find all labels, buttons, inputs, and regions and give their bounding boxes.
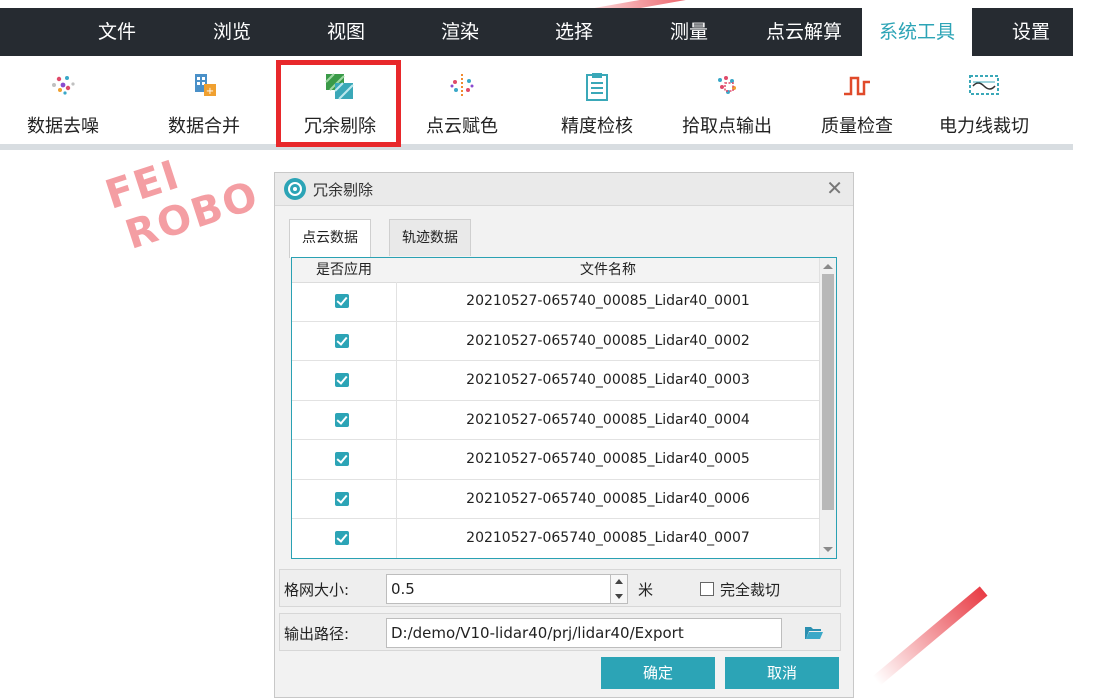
- apply-checkbox[interactable]: [335, 333, 349, 348]
- table-header: 是否应用 文件名称: [292, 258, 820, 283]
- grid-size-unit: 米: [638, 581, 654, 599]
- filename-cell: 20210527-065740_00085_Lidar40_0004: [466, 411, 750, 428]
- tool-label: 电力线裁切: [939, 116, 1029, 137]
- dialog-title: 冗余剔除: [313, 181, 374, 199]
- filename-cell: 20210527-065740_00085_Lidar40_0003: [466, 372, 750, 388]
- spin-up-icon[interactable]: [615, 579, 623, 584]
- full-clip-checkbox[interactable]: [700, 582, 714, 596]
- output-path-label: 输出路径:: [284, 625, 350, 643]
- grid-size-input[interactable]: 0.5: [386, 574, 628, 604]
- scroll-thumb[interactable]: [822, 274, 834, 510]
- file-table: 是否应用 文件名称 20210527-065740_00085_Lidar40_…: [291, 257, 837, 559]
- grid-size-row: 格网大小: 0.5 米 完全裁切: [279, 569, 841, 607]
- redundancy-removal-dialog: 冗余剔除 ✕ 点云数据 轨迹数据 是否应用 文件名称 20210527-0657…: [274, 172, 854, 698]
- tool-quality-check[interactable]: 质量检查: [814, 56, 900, 144]
- pulse-wave-icon: [844, 76, 870, 96]
- apply-checkbox[interactable]: [335, 294, 349, 308]
- filename-cell: 20210527-065740_00085_Lidar40_0001: [466, 293, 750, 309]
- spin-down-icon[interactable]: [615, 594, 623, 599]
- apply-cell: [292, 361, 397, 400]
- apply-cell: [292, 519, 397, 558]
- scatter-dots-icon: [52, 76, 75, 95]
- menu-system-tools[interactable]: 系统工具: [862, 8, 972, 56]
- tool-colorize[interactable]: 点云赋色: [420, 56, 504, 144]
- tab-pointcloud-data[interactable]: 点云数据: [289, 219, 371, 258]
- column-header-apply[interactable]: 是否应用: [292, 258, 396, 282]
- powerline-cut-icon: [969, 75, 999, 95]
- tool-label: 数据去噪: [27, 116, 99, 137]
- filename-cell: 20210527-065740_00085_Lidar40_0007: [466, 530, 750, 546]
- close-icon[interactable]: ✕: [826, 176, 843, 200]
- pick-points-icon: [718, 76, 736, 94]
- menu-browse[interactable]: 浏览: [197, 8, 267, 56]
- grid-size-spinner[interactable]: [610, 575, 627, 603]
- data-merge-icon: +: [195, 74, 216, 97]
- apply-checkbox[interactable]: [335, 412, 349, 427]
- highlight-frame: [276, 60, 401, 147]
- apply-cell: [292, 282, 397, 321]
- table-row[interactable]: 20210527-065740_00085_Lidar40_0006: [292, 479, 820, 519]
- filename-cell: 20210527-065740_00085_Lidar40_0006: [466, 490, 750, 507]
- apply-cell: [292, 321, 397, 360]
- tool-label: 点云赋色: [426, 116, 498, 137]
- colored-points-icon: [450, 74, 474, 98]
- tool-label: 精度检核: [561, 116, 633, 137]
- filename-cell: 20210527-065740_00085_Lidar40_0005: [466, 451, 750, 467]
- menu-file[interactable]: 文件: [82, 8, 152, 56]
- dialog-titlebar[interactable]: 冗余剔除 ✕: [275, 173, 853, 206]
- full-clip-label[interactable]: 完全裁切: [720, 579, 780, 600]
- tool-label: 拾取点输出: [682, 116, 772, 137]
- tool-denoise[interactable]: 数据去噪: [22, 56, 104, 144]
- apply-cell: [292, 479, 397, 518]
- apply-cell: [292, 400, 397, 439]
- output-path-row: 输出路径: D:/demo/V10-lidar40/prj/lidar40/Ex…: [279, 613, 841, 651]
- table-row[interactable]: 20210527-065740_00085_Lidar40_0002: [292, 321, 820, 361]
- menu-view[interactable]: 视图: [311, 8, 381, 56]
- menu-measure[interactable]: 测量: [654, 8, 724, 56]
- menu-pointcloud-solve[interactable]: 点云解算: [752, 8, 856, 56]
- watermark-stripe: [872, 586, 988, 686]
- apply-cell: [292, 440, 397, 479]
- table-scrollbar[interactable]: [819, 258, 836, 558]
- tool-powerline-cut[interactable]: 电力线裁切: [930, 56, 1038, 144]
- menu-bar: 文件 浏览 视图 渲染 选择 测量 点云解算 系统工具 设置: [0, 8, 1073, 56]
- column-header-filename[interactable]: 文件名称: [396, 258, 820, 282]
- table-row[interactable]: 20210527-065740_00085_Lidar40_0001: [292, 282, 820, 322]
- table-row[interactable]: 20210527-065740_00085_Lidar40_0007: [292, 519, 820, 558]
- scroll-down-icon[interactable]: [823, 547, 833, 552]
- svg-text:+: +: [206, 86, 214, 97]
- table-row[interactable]: 20210527-065740_00085_Lidar40_0004: [292, 400, 820, 440]
- menu-render[interactable]: 渲染: [425, 8, 495, 56]
- table-body: 20210527-065740_00085_Lidar40_0001 20210…: [292, 282, 820, 558]
- filename-cell: 20210527-065740_00085_Lidar40_0002: [466, 332, 750, 349]
- scroll-up-icon[interactable]: [823, 264, 833, 269]
- table-row[interactable]: 20210527-065740_00085_Lidar40_0005: [292, 440, 820, 480]
- clipboard-check-icon: [586, 73, 608, 101]
- tab-trajectory-data[interactable]: 轨迹数据: [389, 219, 471, 256]
- menu-settings[interactable]: 设置: [996, 8, 1066, 56]
- app-logo-icon: [284, 178, 306, 200]
- table-row[interactable]: 20210527-065740_00085_Lidar40_0003: [292, 361, 820, 401]
- folder-open-icon[interactable]: [804, 624, 824, 640]
- menu-select[interactable]: 选择: [539, 8, 609, 56]
- ok-button[interactable]: 确定: [601, 657, 715, 689]
- apply-checkbox[interactable]: [335, 373, 349, 387]
- apply-checkbox[interactable]: [335, 491, 349, 506]
- tool-merge[interactable]: + 数据合并: [162, 56, 246, 144]
- tool-label: 数据合并: [168, 116, 240, 137]
- apply-checkbox[interactable]: [335, 452, 349, 466]
- apply-checkbox[interactable]: [335, 531, 349, 545]
- tool-pick-point-output[interactable]: 拾取点输出: [674, 56, 780, 144]
- output-path-input[interactable]: D:/demo/V10-lidar40/prj/lidar40/Export: [386, 618, 782, 648]
- tool-accuracy-check[interactable]: 精度检核: [555, 56, 639, 144]
- cancel-button[interactable]: 取消: [725, 657, 839, 689]
- grid-size-label: 格网大小:: [284, 581, 350, 599]
- tool-label: 质量检查: [821, 116, 893, 137]
- grid-size-value: 0.5: [391, 580, 415, 598]
- ribbon-toolbar: 数据去噪 + 数据合并 冗余剔除 点云赋色 精度检核 拾取点输出 质量检查 电力…: [0, 56, 1073, 150]
